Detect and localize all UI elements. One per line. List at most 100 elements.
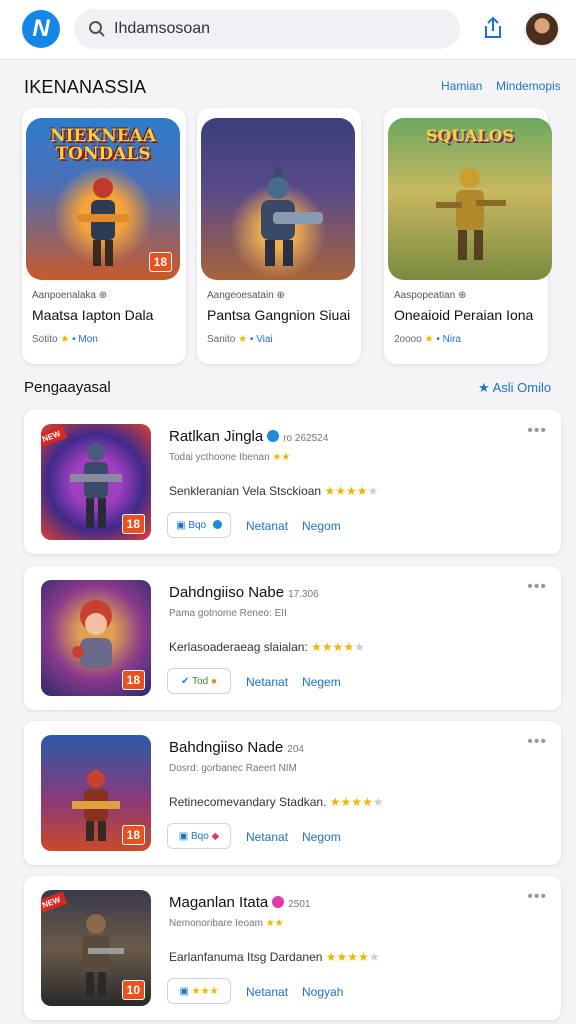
featured-card[interactable]: Aangeoesatain ⊕ Pantsa Gangnion Siuai Sa… [197, 108, 361, 364]
game-name: Maatsa Iapton Dala [32, 307, 154, 323]
developer-label: Aaspopeatian ⊕ [394, 290, 467, 301]
game-character [261, 164, 323, 266]
developer-label: Aangeoesatain ⊕ [207, 290, 285, 301]
pink-icon [272, 896, 285, 908]
info-icon: ⊕ [98, 290, 108, 301]
item-link-1[interactable]: Netanat [246, 830, 288, 844]
dot-icon: • [436, 334, 440, 345]
star-icon: ★★ [272, 452, 291, 463]
item-description: Earlanfanuma Itsg Dardanen ★★★★★ [169, 950, 380, 964]
app-icon: ▣ [178, 830, 189, 842]
star-icon: ★ [60, 334, 70, 345]
install-button[interactable]: ▣ Bqo [167, 512, 231, 538]
item-link-2[interactable]: Negom [302, 519, 341, 533]
rating-stars: ★★★★ [324, 484, 368, 498]
list-title: Pengaayasal [24, 379, 111, 396]
star-badge-icon: ★ [478, 380, 490, 395]
avatar[interactable] [524, 11, 560, 47]
item-tagline: Nemonoribare Ieoam ★★ [169, 918, 284, 929]
game-art [201, 118, 355, 280]
featured-link-1[interactable]: Hamian [441, 79, 482, 93]
featured-card[interactable]: SQUALOS Aaspopeatian ⊕ Oneaioid Peraian … [384, 108, 552, 364]
game-thumbnail: 18 [41, 580, 151, 696]
more-icon[interactable]: ••• [527, 888, 547, 906]
install-button[interactable]: ✔ Tod ● [167, 668, 231, 694]
game-meta: Sanito ★ • Viai [207, 334, 273, 345]
search-input[interactable] [114, 17, 444, 41]
list-item[interactable]: NEW 10 Maganlan Itata 2501 Nemonoribare I… [24, 876, 561, 1020]
star-icon: ★★ [265, 918, 284, 929]
list-item[interactable]: 18 Dahdngiiso Nabe 17.306 Pama gotnome Re… [24, 566, 561, 710]
developer-label: Aanpoenalaka ⊕ [32, 290, 108, 301]
featured-title: IKENANASSIA [24, 77, 147, 97]
share-icon[interactable] [482, 16, 504, 40]
new-ribbon: NEW [41, 891, 68, 914]
game-art-title: NIEKNEAA TONDALS [49, 126, 157, 164]
star-icon: ★ [238, 334, 248, 345]
verified-icon [212, 519, 222, 529]
game-name: Pantsa Gangnion Siuai [207, 307, 351, 323]
featured-card[interactable]: NIEKNEAA TONDALS 18 Aanpoenalaka ⊕ Maats… [22, 108, 186, 364]
more-icon[interactable]: ••• [527, 422, 547, 440]
game-thumbnail: 18 [41, 735, 151, 851]
game-character [82, 914, 124, 996]
star-icon: ★★★ [191, 985, 219, 997]
install-button[interactable]: ▣ ★★★ [167, 978, 231, 1004]
age-rating-badge: 18 [121, 670, 145, 690]
item-link-1[interactable]: Netanat [246, 985, 288, 999]
item-tagline: Todai ycthoone Ibenan ★★ [169, 452, 291, 463]
game-name: Oneaioid Peraian Iona [394, 307, 534, 323]
featured-link-2[interactable]: Mindemopis [496, 79, 561, 93]
game-character [70, 443, 122, 528]
list-item[interactable]: 18 Bahdngiiso Nade 204 Dosrd: gorbanec Ra… [24, 721, 561, 865]
star-icon: ★ [424, 334, 434, 345]
more-icon[interactable]: ••• [527, 733, 547, 751]
list-link[interactable]: ★ Asli Omilo [478, 380, 551, 396]
more-icon[interactable]: ••• [527, 578, 547, 596]
search-icon [89, 21, 105, 37]
badge-icon: ● [210, 675, 217, 687]
list-item[interactable]: NEW 18 Ratlkan Jingla ro 262524 Todai yct… [24, 410, 561, 554]
age-rating-badge: 18 [121, 514, 145, 534]
item-link-2[interactable]: Nogyah [302, 985, 343, 999]
new-ribbon: NEW [41, 425, 68, 448]
game-character [72, 600, 112, 668]
verified-icon [267, 430, 280, 442]
info-icon: ⊕ [276, 290, 285, 301]
game-character [77, 178, 129, 266]
rating-stars: ★★★★ [329, 795, 373, 809]
app-logo[interactable]: N [22, 10, 60, 48]
item-description: Senkleranian Vela Stsckioan ★★★★★ [169, 484, 379, 498]
item-link-1[interactable]: Netanat [246, 519, 288, 533]
item-link-2[interactable]: Negem [302, 675, 341, 689]
dot-icon: • [72, 334, 76, 345]
age-rating-badge: 10 [121, 980, 145, 1000]
dot-icon: • [249, 334, 254, 345]
search-bar[interactable] [74, 9, 460, 49]
game-character [436, 168, 506, 260]
game-thumbnail: NEW 18 [41, 424, 151, 540]
item-description: Retinecomevandary Stadkan. ★★★★★ [169, 795, 384, 809]
game-thumbnail: NEW 10 [41, 890, 151, 1006]
age-rating-badge: 18 [148, 252, 172, 272]
game-meta: 2oooo ★ • Nira [394, 334, 461, 345]
shield-icon: ◆ [211, 830, 220, 842]
game-meta: Sotito ★ • Mon [32, 334, 98, 345]
item-tagline: Dosrd: gorbanec Raeert NIM [169, 763, 297, 774]
item-title: Ratlkan Jingla ro 262524 [169, 428, 329, 445]
game-art-title: SQUALOS [425, 126, 515, 145]
age-rating-badge: 18 [121, 825, 145, 845]
install-button[interactable]: ▣ Bqo ◆ [167, 823, 231, 849]
item-link-2[interactable]: Negom [302, 830, 341, 844]
game-art: SQUALOS [388, 118, 552, 280]
top-bar: N [0, 0, 576, 60]
app-icon: ▣ [179, 985, 189, 997]
rating-stars: ★★★★ [311, 640, 355, 654]
item-tagline: Pama gotnome Reneo: EII [169, 608, 287, 619]
item-link-1[interactable]: Netanat [246, 675, 288, 689]
app-icon: ▣ [176, 519, 186, 531]
item-description: Kerlasoaderaeag slaialan: ★★★★★ [169, 640, 365, 654]
game-character [72, 770, 120, 841]
game-art: NIEKNEAA TONDALS 18 [26, 118, 180, 280]
info-icon: ⊕ [457, 290, 467, 301]
